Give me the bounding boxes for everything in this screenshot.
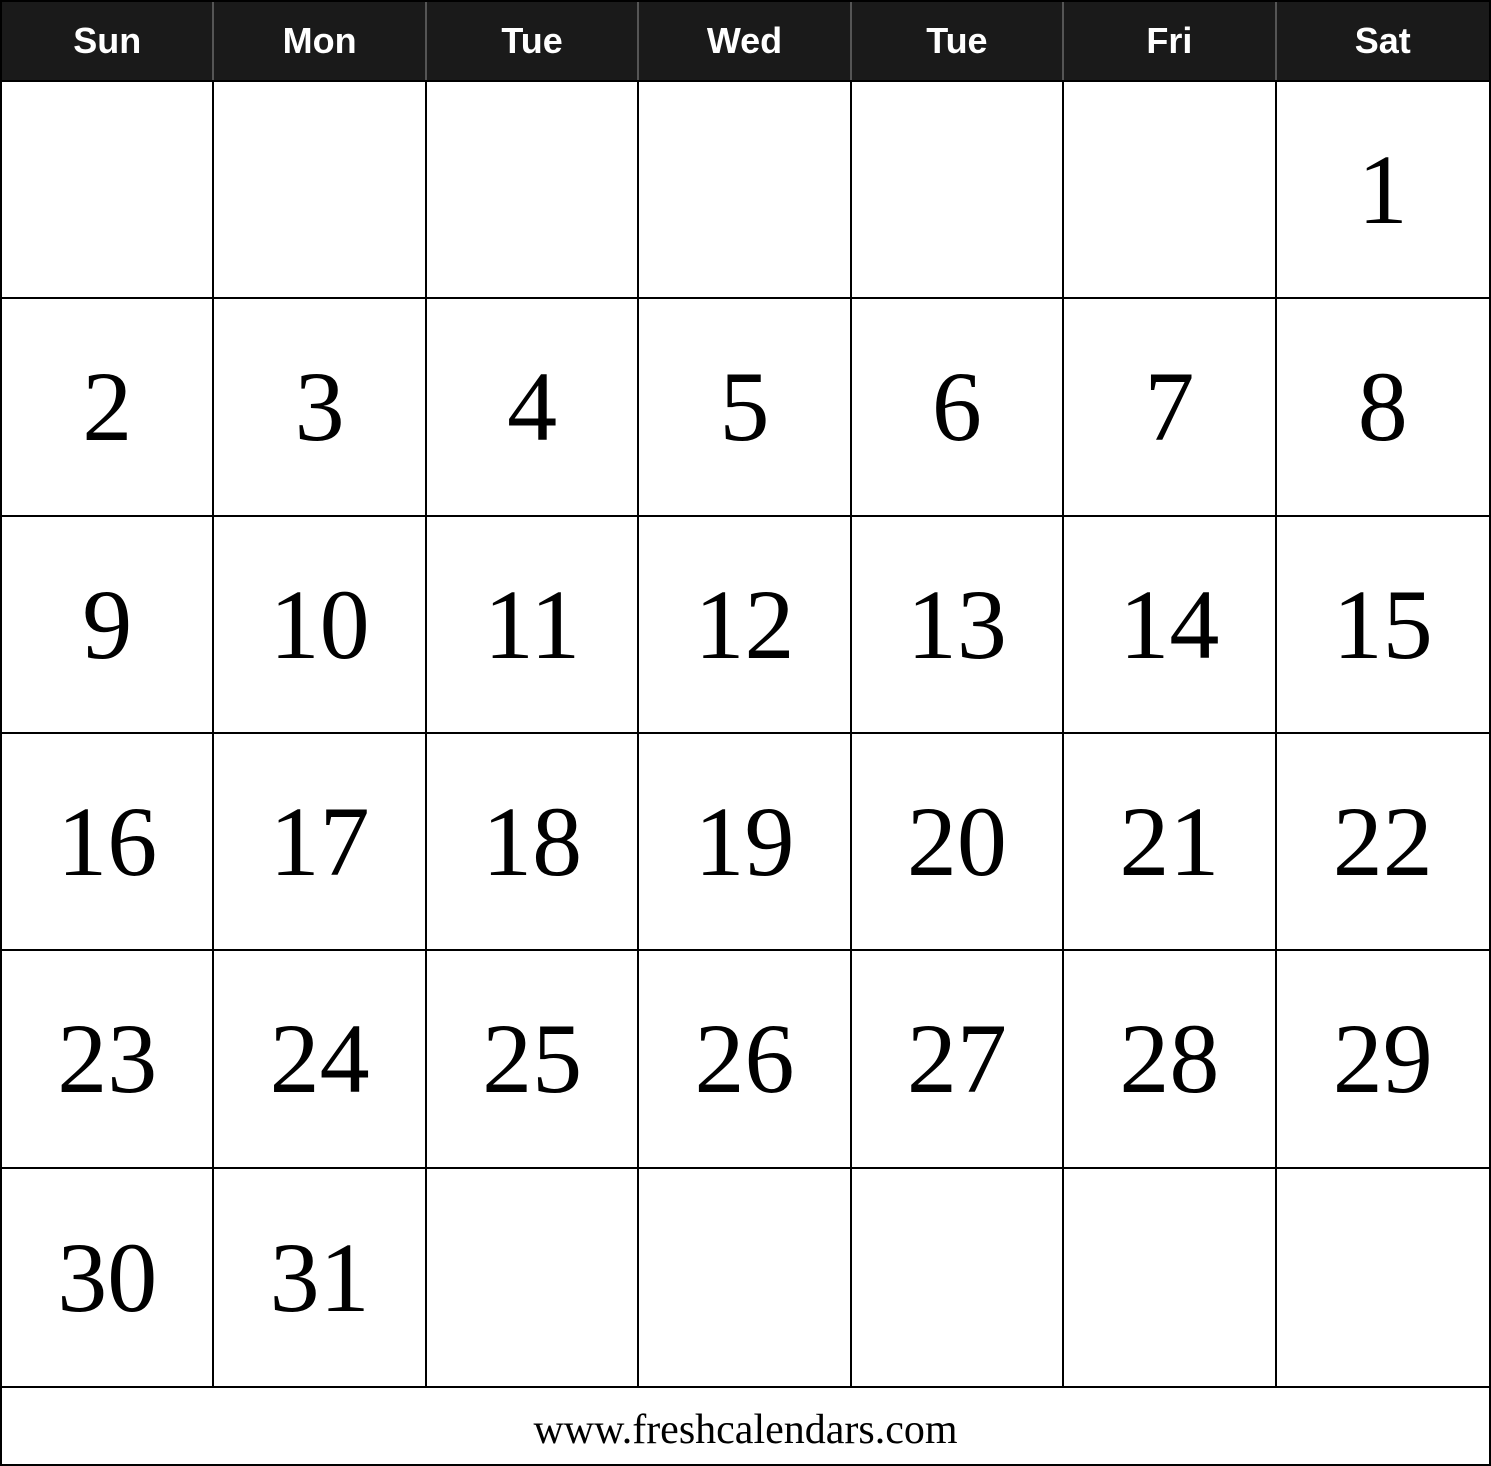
- header-day-sun: Sun: [2, 2, 214, 80]
- calendar-cell: 27: [852, 951, 1064, 1166]
- day-number: 11: [484, 567, 580, 682]
- day-number: 16: [57, 784, 157, 899]
- calendar-cell: [427, 82, 639, 297]
- calendar-cell: [852, 1169, 1064, 1386]
- calendar-cell: 16: [2, 734, 214, 949]
- calendar-cell: 26: [639, 951, 851, 1166]
- calendar-cell: 14: [1064, 517, 1276, 732]
- calendar-cell: [1277, 1169, 1489, 1386]
- calendar-footer: www.freshcalendars.com: [2, 1386, 1489, 1464]
- calendar-cell: 3: [214, 299, 426, 514]
- calendar-cell: 17: [214, 734, 426, 949]
- calendar-cell: 24: [214, 951, 426, 1166]
- calendar-cell: 6: [852, 299, 1064, 514]
- day-number: 27: [907, 1001, 1007, 1116]
- day-number: 25: [482, 1001, 582, 1116]
- calendar-cell: 23: [2, 951, 214, 1166]
- day-number: 13: [907, 567, 1007, 682]
- day-number: 17: [270, 784, 370, 899]
- calendar-cell: 25: [427, 951, 639, 1166]
- calendar-cell: [1064, 82, 1276, 297]
- header-day-fri: Fri: [1064, 2, 1276, 80]
- day-number: 10: [270, 567, 370, 682]
- calendar-header: SunMonTueWedTueFriSat: [2, 2, 1489, 82]
- calendar-cell: 30: [2, 1169, 214, 1386]
- calendar-cell: 2: [2, 299, 214, 514]
- day-number: 30: [57, 1220, 157, 1335]
- day-number: 14: [1119, 567, 1219, 682]
- calendar-cell: [2, 82, 214, 297]
- calendar-cell: 12: [639, 517, 851, 732]
- day-number: 7: [1144, 349, 1194, 464]
- header-day-mon: Mon: [214, 2, 426, 80]
- calendar-cell: [639, 1169, 851, 1386]
- calendar-cell: 15: [1277, 517, 1489, 732]
- week-row-2: 9 10 11 12 13 14 15: [2, 517, 1489, 734]
- day-number: 8: [1358, 349, 1408, 464]
- day-number: 4: [507, 349, 557, 464]
- day-number: 18: [482, 784, 582, 899]
- day-number: 29: [1333, 1001, 1433, 1116]
- week-row-0: 1: [2, 82, 1489, 299]
- footer-url: www.freshcalendars.com: [533, 1407, 957, 1453]
- calendar-cell: 21: [1064, 734, 1276, 949]
- calendar-cell: 31: [214, 1169, 426, 1386]
- calendar-cell: 18: [427, 734, 639, 949]
- header-day-tue: Tue: [852, 2, 1064, 80]
- week-row-5: 30 31: [2, 1169, 1489, 1386]
- calendar: SunMonTueWedTueFriSat 123456789101112131…: [0, 0, 1491, 1466]
- day-number: 9: [82, 567, 132, 682]
- day-number: 22: [1333, 784, 1433, 899]
- calendar-cell: 9: [2, 517, 214, 732]
- calendar-cell: 22: [1277, 734, 1489, 949]
- calendar-cell: 4: [427, 299, 639, 514]
- week-row-1: 2 3 4 5 6 7 8: [2, 299, 1489, 516]
- calendar-cell: [214, 82, 426, 297]
- day-number: 6: [932, 349, 982, 464]
- calendar-cell: 5: [639, 299, 851, 514]
- day-number: 12: [694, 567, 794, 682]
- day-number: 5: [719, 349, 769, 464]
- day-number: 20: [907, 784, 1007, 899]
- calendar-cell: 11: [427, 517, 639, 732]
- header-day-tue: Tue: [427, 2, 639, 80]
- day-number: 24: [270, 1001, 370, 1116]
- day-number: 1: [1358, 132, 1408, 247]
- calendar-cell: [427, 1169, 639, 1386]
- calendar-body: 1234567891011121314151617181920212223242…: [2, 82, 1489, 1386]
- day-number: 21: [1119, 784, 1219, 899]
- day-number: 28: [1119, 1001, 1219, 1116]
- day-number: 19: [694, 784, 794, 899]
- calendar-cell: 8: [1277, 299, 1489, 514]
- day-number: 31: [270, 1220, 370, 1335]
- calendar-cell: 7: [1064, 299, 1276, 514]
- day-number: 23: [57, 1001, 157, 1116]
- calendar-cell: 28: [1064, 951, 1276, 1166]
- header-day-sat: Sat: [1277, 2, 1489, 80]
- calendar-cell: 29: [1277, 951, 1489, 1166]
- calendar-cell: 1: [1277, 82, 1489, 297]
- week-row-3: 16 17 18 19 20 21 22: [2, 734, 1489, 951]
- header-day-wed: Wed: [639, 2, 851, 80]
- calendar-cell: 10: [214, 517, 426, 732]
- day-number: 26: [694, 1001, 794, 1116]
- calendar-cell: 20: [852, 734, 1064, 949]
- day-number: 15: [1333, 567, 1433, 682]
- calendar-cell: [1064, 1169, 1276, 1386]
- calendar-cell: 19: [639, 734, 851, 949]
- day-number: 3: [295, 349, 345, 464]
- calendar-cell: 13: [852, 517, 1064, 732]
- day-number: 2: [82, 349, 132, 464]
- calendar-cell: [852, 82, 1064, 297]
- calendar-cell: [639, 82, 851, 297]
- week-row-4: 23 24 25 26 27 28 29: [2, 951, 1489, 1168]
